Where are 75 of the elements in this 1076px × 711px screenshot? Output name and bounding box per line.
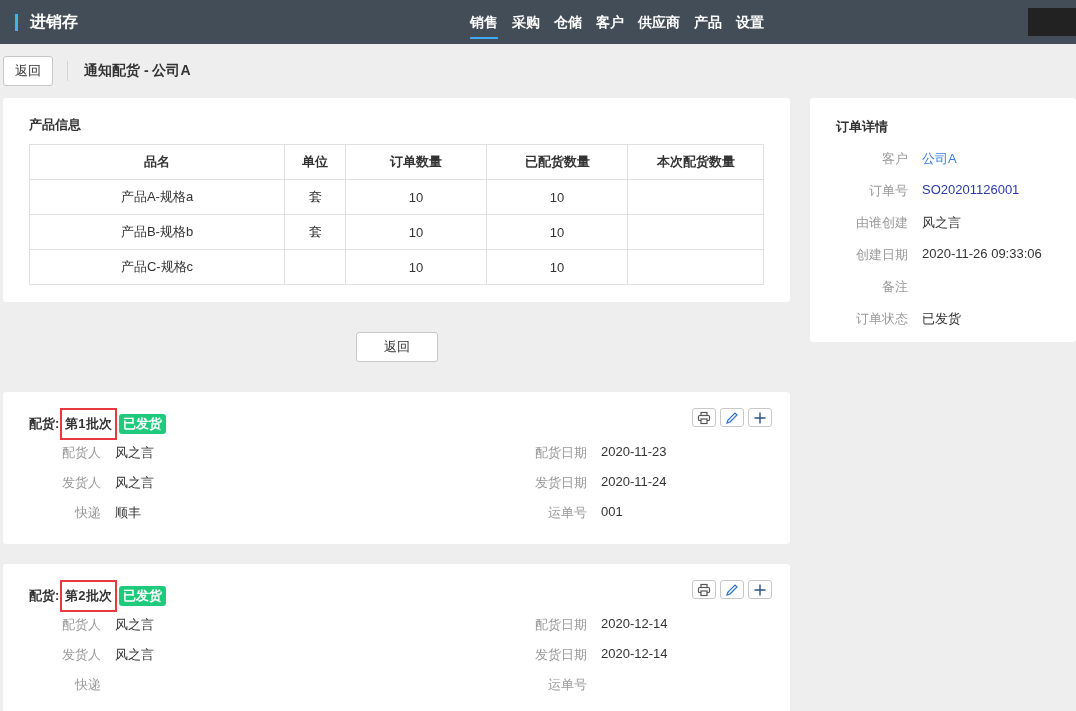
status-tag: 已发货: [118, 586, 166, 606]
nav-tab[interactable]: 产品: [687, 0, 729, 44]
field-value: 2020-11-24: [601, 474, 668, 491]
field-value: 风之言: [115, 616, 155, 634]
field-value: SO20201126001: [922, 182, 1021, 199]
table-cell: 套: [284, 179, 346, 215]
batch-label: 配货:: [29, 587, 60, 605]
column-header: 本次配货数量: [627, 144, 764, 180]
field-value: 2020-12-14: [601, 616, 669, 633]
field-value: 风之言: [115, 474, 155, 492]
batch-name: 第2批次: [60, 580, 117, 612]
status-tag: 已发货: [118, 414, 166, 434]
field-label: 创建日期: [855, 246, 908, 264]
print-icon[interactable]: [692, 580, 716, 599]
nav-tab[interactable]: 供应商: [631, 0, 687, 44]
field-label: 配货人: [61, 616, 101, 634]
table-cell: 10: [345, 214, 487, 250]
app-title: 进销存: [30, 11, 78, 32]
column-header: 已配货数量: [486, 144, 628, 180]
field-value: 风之言: [115, 646, 155, 664]
table-cell: 10: [345, 249, 487, 285]
field-label: 发货人: [61, 474, 101, 492]
field-label: 发货日期: [534, 474, 587, 492]
field-label: 配货人: [61, 444, 101, 462]
nav-tab[interactable]: 客户: [589, 0, 631, 44]
field-label: 由谁创建: [855, 214, 908, 232]
edit-icon[interactable]: [720, 580, 744, 599]
dark-block: [1028, 8, 1076, 36]
table-cell: 10: [486, 249, 628, 285]
batch-label: 配货:: [29, 415, 60, 433]
field-label: 备注: [881, 278, 908, 296]
table-cell: 10: [486, 179, 628, 215]
column-header: 品名: [29, 144, 285, 180]
table-cell: 套: [284, 214, 346, 250]
nav-tab[interactable]: 仓储: [547, 0, 589, 44]
field-label: 配货日期: [534, 444, 587, 462]
table-cell: 10: [345, 179, 487, 215]
field-label: 订单状态: [855, 310, 908, 328]
table-cell: 产品C-规格c: [29, 249, 285, 285]
nav-tab[interactable]: 设置: [729, 0, 771, 44]
field-label: 运单号: [547, 676, 587, 694]
field-value: 2020-11-23: [601, 444, 668, 461]
add-icon[interactable]: [748, 580, 772, 599]
field-label: 快递: [74, 676, 101, 694]
field-value: 风之言: [115, 444, 155, 462]
batch-name: 第1批次: [60, 408, 117, 440]
field-value: 顺丰: [115, 504, 142, 522]
field-label: 发货日期: [534, 646, 587, 664]
brand-mark-icon: [15, 13, 18, 31]
print-icon[interactable]: [692, 408, 716, 427]
add-icon[interactable]: [748, 408, 772, 427]
field-label: 配货日期: [534, 616, 587, 634]
card-title: 产品信息: [29, 116, 82, 134]
table-cell: 产品A-规格a: [29, 179, 285, 215]
page-title: 通知配货 - 公司A: [84, 62, 191, 80]
field-value: 已发货: [922, 310, 962, 328]
column-header: 单位: [284, 144, 346, 180]
back-button[interactable]: 返回: [355, 332, 438, 362]
field-label: 运单号: [547, 504, 587, 522]
field-label: 快递: [74, 504, 101, 522]
field-value: 风之言: [922, 214, 962, 232]
back-button[interactable]: 返回: [3, 56, 53, 86]
field-label: 发货人: [61, 646, 101, 664]
nav-tab[interactable]: 采购: [505, 0, 547, 44]
edit-icon[interactable]: [720, 408, 744, 427]
field-value: 2020-11-26 09:33:06: [922, 246, 1043, 263]
field-label: 客户: [881, 150, 908, 168]
table-cell: 产品B-规格b: [29, 214, 285, 250]
field-value: 2020-12-14: [601, 646, 669, 663]
field-label: 订单号: [868, 182, 908, 200]
field-value: 001: [601, 504, 624, 521]
column-header: 订单数量: [345, 144, 487, 180]
card-title: 订单详情: [836, 118, 889, 136]
table-cell: 10: [486, 214, 628, 250]
customer-link[interactable]: 公司A: [922, 150, 1076, 168]
